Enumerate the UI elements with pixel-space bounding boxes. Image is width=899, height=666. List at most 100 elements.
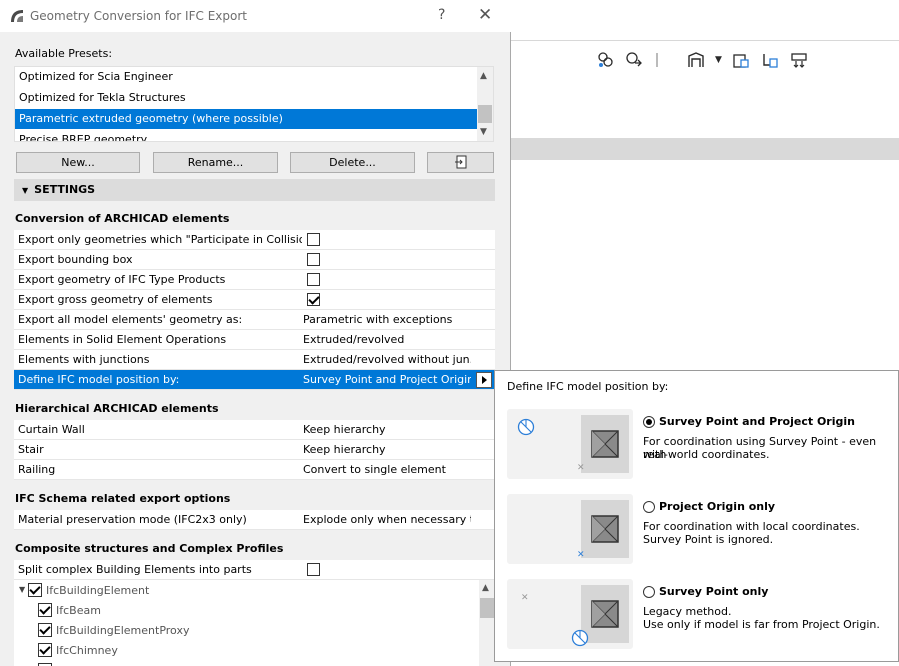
tree-checkbox[interactable]	[38, 623, 52, 637]
scroll-thumb[interactable]	[478, 105, 492, 123]
scroll-up-icon[interactable]: ▲	[482, 583, 489, 593]
option-preview-survey-and-origin[interactable]: ✕	[507, 409, 633, 479]
help-icon[interactable]: ?	[438, 7, 445, 23]
setting-row[interactable]: Export only geometries which "Participat…	[14, 230, 495, 250]
setting-label: Export only geometries which "Participat…	[18, 233, 302, 246]
setting-value[interactable]: Parametric with exceptions	[303, 310, 471, 329]
rename-preset-button[interactable]: Rename...	[153, 152, 278, 173]
option-preview-survey-point[interactable]: ✕	[507, 579, 633, 649]
setting-label: Elements with junctions	[18, 353, 150, 366]
setting-label: Define IFC model position by:	[18, 373, 180, 386]
preset-item[interactable]: Optimized for Tekla Structures	[15, 88, 479, 108]
setting-label: Material preservation mode (IFC2x3 only)	[18, 513, 247, 526]
preset-item[interactable]: Precise BREP geometry	[15, 130, 479, 141]
teamwork-icon[interactable]	[597, 51, 615, 69]
tree-item-label: IfcBuildingElement	[46, 584, 150, 597]
project-origin-icon: ✕	[577, 463, 585, 473]
setting-checkbox-checked[interactable]	[307, 293, 320, 306]
available-presets-label: Available Presets:	[15, 47, 113, 60]
setting-value[interactable]: Keep hierarchy	[303, 420, 471, 439]
setting-row-selected[interactable]: Define IFC model position by: Survey Poi…	[14, 370, 495, 390]
setting-value[interactable]: Survey Point and Project Origin	[303, 370, 471, 389]
composite-grid: Split complex Building Elements into par…	[14, 560, 495, 666]
radio-survey-and-origin[interactable]	[643, 416, 655, 428]
setting-label: Stair	[18, 443, 44, 456]
delete-preset-button[interactable]: Delete...	[290, 152, 415, 173]
scroll-thumb[interactable]	[480, 598, 494, 618]
toolbar-divider	[656, 53, 658, 67]
model-cube-icon	[581, 415, 629, 473]
background-tab-strip	[511, 138, 899, 160]
setting-checkbox[interactable]	[307, 233, 320, 246]
setting-row[interactable]: Export geometry of IFC Type Products	[14, 270, 495, 290]
object-settings-icon[interactable]	[732, 51, 750, 69]
setting-row[interactable]: Railing Convert to single element	[14, 460, 495, 480]
setting-value[interactable]: Extruded/revolved without jun...	[303, 350, 471, 369]
preset-item[interactable]: Optimized for Scia Engineer	[15, 67, 479, 87]
import-preset-icon	[454, 155, 466, 169]
option-preview-project-origin[interactable]: ✕	[507, 494, 633, 564]
project-origin-icon: ✕	[521, 593, 529, 603]
schema-grid: Material preservation mode (IFC2x3 only)…	[14, 510, 495, 530]
chevron-down-icon[interactable]: ▼	[715, 55, 733, 73]
tree-scrollbar[interactable]: ▲	[479, 580, 495, 666]
option-desc-line2: real-world coordinates.	[643, 448, 770, 461]
setting-row[interactable]: Elements in Solid Element Operations Ext…	[14, 330, 495, 350]
setting-value[interactable]: Convert to single element	[303, 460, 471, 479]
collapse-triangle-icon: ▼	[22, 186, 29, 195]
setting-row[interactable]: Export bounding box	[14, 250, 495, 270]
model-position-popup: Define IFC model position by: ✕ Survey P…	[494, 370, 899, 662]
setting-value[interactable]: Explode only when necessary t...	[303, 510, 471, 529]
transfer-icon[interactable]	[790, 51, 808, 69]
project-origin-icon: ✕	[577, 550, 585, 560]
option-desc-line1: Legacy method.	[643, 605, 732, 618]
setting-row[interactable]: Material preservation mode (IFC2x3 only)…	[14, 510, 495, 530]
presets-list[interactable]: Optimized for Scia Engineer Optimized fo…	[14, 66, 494, 142]
composite-section-title: Composite structures and Complex Profile…	[15, 542, 284, 555]
ifc-icon[interactable]	[761, 51, 779, 69]
tree-item-label: IfcBuildingElementProxy	[56, 624, 190, 637]
survey-point-icon	[517, 418, 535, 439]
radio-project-origin[interactable]	[643, 501, 655, 513]
setting-row[interactable]: Split complex Building Elements into par…	[14, 560, 495, 580]
new-preset-button[interactable]: New...	[16, 152, 140, 173]
option-label: Survey Point only	[659, 585, 769, 598]
setting-row[interactable]: Export gross geometry of elements	[14, 290, 495, 310]
preset-item-selected[interactable]: Parametric extruded geometry (where poss…	[15, 109, 479, 129]
send-receive-icon[interactable]	[625, 51, 643, 69]
hierarchical-grid: Curtain Wall Keep hierarchy Stair Keep h…	[14, 420, 495, 480]
setting-label: Export gross geometry of elements	[18, 293, 213, 306]
option-label: Survey Point and Project Origin	[659, 415, 855, 428]
scroll-up-icon[interactable]: ▲	[480, 71, 487, 81]
expand-arrow-icon[interactable]	[476, 372, 492, 388]
tree-checkbox[interactable]	[38, 643, 52, 657]
setting-row[interactable]: Export all model elements' geometry as: …	[14, 310, 495, 330]
radio-survey-point[interactable]	[643, 586, 655, 598]
setting-value[interactable]: Extruded/revolved	[303, 330, 471, 349]
presets-scrollbar[interactable]: ▲ ▼	[477, 67, 493, 141]
popup-title: Define IFC model position by:	[507, 380, 669, 393]
setting-row[interactable]: Curtain Wall Keep hierarchy	[14, 420, 495, 440]
settings-header[interactable]: ▼ SETTINGS	[14, 179, 495, 201]
setting-checkbox[interactable]	[307, 253, 320, 266]
setting-row[interactable]: Elements with junctions Extruded/revolve…	[14, 350, 495, 370]
background-toolbar: ▼	[511, 40, 899, 78]
close-icon[interactable]: ✕	[478, 5, 492, 25]
dialog-titlebar: Geometry Conversion for IFC Export ? ✕	[0, 0, 511, 32]
option-label: Project Origin only	[659, 500, 776, 513]
setting-checkbox[interactable]	[307, 273, 320, 286]
scroll-down-icon[interactable]: ▼	[480, 127, 487, 137]
setting-row[interactable]: Stair Keep hierarchy	[14, 440, 495, 460]
setting-label: Split complex Building Elements into par…	[18, 563, 252, 576]
tree-collapse-icon[interactable]: ▼	[19, 585, 25, 594]
setting-label: Railing	[18, 463, 56, 476]
library-icon[interactable]	[687, 51, 705, 69]
tree-checkbox[interactable]	[28, 583, 42, 597]
import-preset-button[interactable]	[427, 152, 494, 173]
setting-value[interactable]: Keep hierarchy	[303, 440, 471, 459]
setting-label: Elements in Solid Element Operations	[18, 333, 227, 346]
setting-label: Export geometry of IFC Type Products	[18, 273, 226, 286]
dialog-title: Geometry Conversion for IFC Export	[30, 9, 247, 23]
setting-checkbox[interactable]	[307, 563, 320, 576]
tree-checkbox[interactable]	[38, 603, 52, 617]
